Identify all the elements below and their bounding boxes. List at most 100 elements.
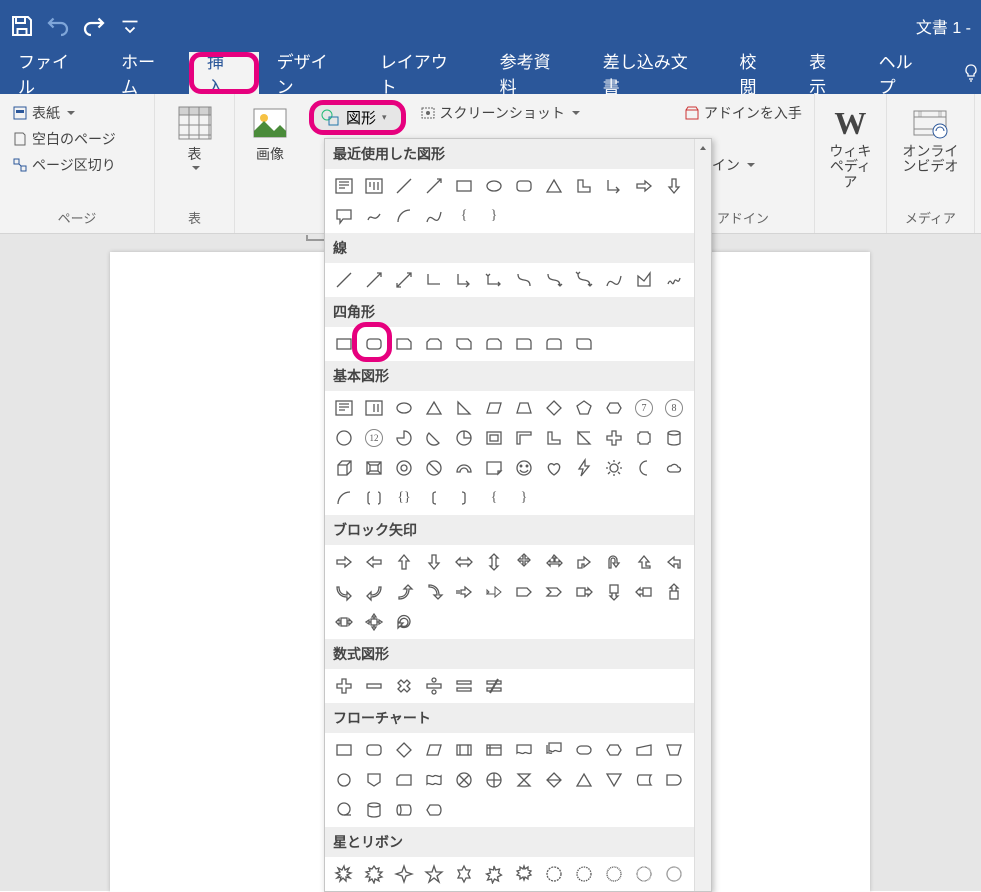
shapes-scrollbar[interactable]	[694, 139, 711, 891]
arrow-down[interactable]	[419, 547, 449, 577]
arrow-curve-up[interactable]	[389, 577, 419, 607]
arrow-curve-right[interactable]	[329, 577, 359, 607]
arrow-circular[interactable]	[389, 607, 419, 637]
basic-right-brace[interactable]: }	[509, 483, 539, 513]
basic-pie[interactable]	[389, 423, 419, 453]
basic-cylinder[interactable]	[659, 423, 689, 453]
basic-hexagon[interactable]	[599, 393, 629, 423]
basic-plus[interactable]	[599, 423, 629, 453]
tab-layout[interactable]: レイアウト	[362, 52, 482, 94]
shape-curve[interactable]	[419, 201, 449, 231]
basic-lightning[interactable]	[569, 453, 599, 483]
rect-snip2same[interactable]	[419, 329, 449, 359]
online-video-button[interactable]: オンラインビデオ	[895, 100, 966, 177]
basic-dodecagon[interactable]: 12	[359, 423, 389, 453]
fc-card[interactable]	[389, 765, 419, 795]
shape-line-arrow[interactable]	[419, 171, 449, 201]
shape-oval[interactable]	[479, 171, 509, 201]
arrow-leftright[interactable]	[449, 547, 479, 577]
star-7pt[interactable]	[479, 859, 509, 889]
star-4pt[interactable]	[389, 859, 419, 889]
tab-design[interactable]: デザイン	[259, 52, 362, 94]
basic-chord[interactable]	[419, 423, 449, 453]
qat-customize[interactable]	[118, 14, 142, 38]
basic-rt-triangle[interactable]	[449, 393, 479, 423]
fc-magnetic[interactable]	[359, 795, 389, 825]
shape-down-arrow[interactable]	[659, 171, 689, 201]
eq-notequal[interactable]	[479, 671, 509, 701]
save-button[interactable]	[10, 14, 34, 38]
line-scribble[interactable]	[659, 265, 689, 295]
shape-rounded-rect[interactable]	[509, 171, 539, 201]
basic-textbox[interactable]	[329, 393, 359, 423]
eq-multiply[interactable]	[389, 671, 419, 701]
get-addins-button[interactable]: アドインを入手	[680, 100, 806, 126]
arrow-curve-left[interactable]	[359, 577, 389, 607]
tab-references[interactable]: 参考資料	[482, 52, 585, 94]
screenshot-button[interactable]: スクリーンショット	[416, 100, 584, 126]
fc-tape[interactable]	[419, 765, 449, 795]
line-elbow[interactable]	[419, 265, 449, 295]
picture-button[interactable]: 画像	[243, 100, 297, 166]
basic-pentagon[interactable]	[569, 393, 599, 423]
undo-button[interactable]	[46, 14, 70, 38]
tell-me[interactable]	[947, 52, 981, 94]
basic-oval[interactable]	[389, 393, 419, 423]
page-break-button[interactable]: ページ区切り	[8, 152, 146, 178]
basic-left-brace[interactable]: {	[479, 483, 509, 513]
arrow-callout-lr[interactable]	[329, 607, 359, 637]
basic-cloud[interactable]	[659, 453, 689, 483]
basic-block-arc[interactable]	[449, 453, 479, 483]
line-curve-free[interactable]	[599, 265, 629, 295]
fc-preparation[interactable]	[599, 735, 629, 765]
fc-offpage[interactable]	[359, 765, 389, 795]
basic-textbox-v[interactable]	[359, 393, 389, 423]
basic-arc2[interactable]	[329, 483, 359, 513]
arrow-uturn[interactable]	[599, 547, 629, 577]
fc-delay[interactable]	[659, 765, 689, 795]
cover-page-button[interactable]: 表紙	[8, 100, 146, 126]
basic-triangle[interactable]	[419, 393, 449, 423]
basic-smiley[interactable]	[509, 453, 539, 483]
arrow-up[interactable]	[389, 547, 419, 577]
fc-predefined[interactable]	[449, 735, 479, 765]
line-double-arrow[interactable]	[389, 265, 419, 295]
tab-help[interactable]: ヘルプ	[861, 52, 947, 94]
basic-double-bracket[interactable]	[359, 483, 389, 513]
line-elbow-arrow[interactable]	[449, 265, 479, 295]
basic-left-bracket[interactable]	[419, 483, 449, 513]
arrow-bentleft[interactable]	[659, 547, 689, 577]
shape-rectangle[interactable]	[449, 171, 479, 201]
arrow-striped[interactable]	[449, 577, 479, 607]
line-curve-double[interactable]	[569, 265, 599, 295]
arrow-chevron[interactable]	[539, 577, 569, 607]
line-freeform-shape[interactable]	[629, 265, 659, 295]
arrow-callout-l[interactable]	[629, 577, 659, 607]
fc-direct[interactable]	[389, 795, 419, 825]
basic-sun[interactable]	[599, 453, 629, 483]
basic-half-frame[interactable]	[509, 423, 539, 453]
tab-mailmerge[interactable]: 差し込み文書	[585, 52, 722, 94]
shape-triangle[interactable]	[539, 171, 569, 201]
star-32pt[interactable]	[659, 859, 689, 889]
shape-textbox-vertical[interactable]	[359, 171, 389, 201]
tab-home[interactable]: ホーム	[103, 52, 189, 94]
table-button[interactable]: 表	[168, 100, 222, 174]
fc-altprocess[interactable]	[359, 735, 389, 765]
arrow-leftrightup[interactable]	[539, 547, 569, 577]
fc-connector[interactable]	[329, 765, 359, 795]
basic-cube[interactable]	[329, 453, 359, 483]
rect-sniprnd[interactable]	[479, 329, 509, 359]
arrow-callout-r[interactable]	[569, 577, 599, 607]
arrow-quad[interactable]	[509, 547, 539, 577]
fc-extract[interactable]	[569, 765, 599, 795]
tab-review[interactable]: 校閲	[722, 52, 792, 94]
basic-heart[interactable]	[539, 453, 569, 483]
shape-callout[interactable]	[329, 201, 359, 231]
eq-divide[interactable]	[419, 671, 449, 701]
line-basic[interactable]	[329, 265, 359, 295]
eq-plus[interactable]	[329, 671, 359, 701]
arrow-notched[interactable]	[479, 577, 509, 607]
shape-right-arrow[interactable]	[629, 171, 659, 201]
fc-sort[interactable]	[539, 765, 569, 795]
